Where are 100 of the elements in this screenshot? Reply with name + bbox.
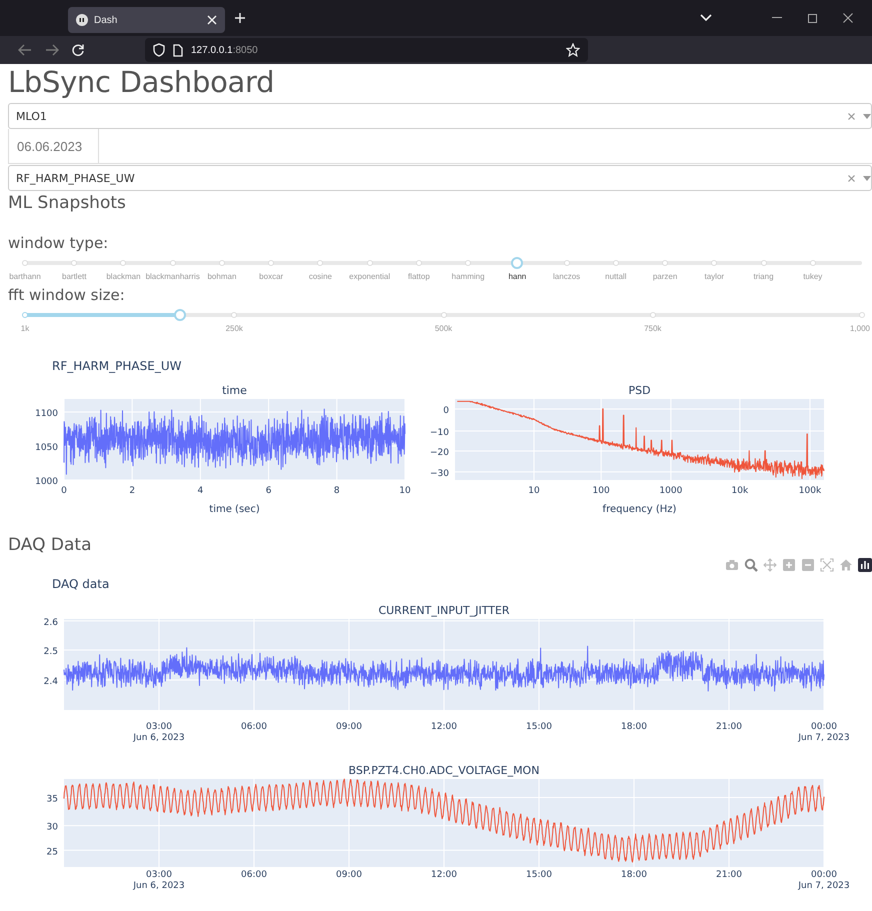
slider-mark-label[interactable]: flattop (408, 272, 430, 281)
camera-icon[interactable] (725, 558, 739, 572)
page-title: LbSync Dashboard (8, 64, 276, 101)
slider-mark-label[interactable]: taylor (704, 272, 724, 281)
axis-tick-label: 100 (592, 486, 610, 496)
slider-mark-label[interactable]: hann (508, 272, 526, 281)
slider-tick (711, 260, 718, 266)
chart-title: BSP.PZT4.CH0.ADC_VOLTAGE_MON (348, 764, 540, 777)
axis-tick-label: 35 (46, 794, 58, 804)
slider-mark-label[interactable]: exponential (349, 272, 390, 281)
slider-label: fft window size: (8, 285, 126, 305)
axis-tick-label: 2.5 (44, 646, 58, 657)
caret-icon[interactable] (863, 176, 871, 180)
slider-tick (22, 312, 28, 318)
slider-mark-label[interactable]: lanczos (553, 272, 580, 281)
new-tab-icon[interactable] (234, 12, 246, 24)
chart-title: PSD (628, 384, 651, 397)
dropdown-value: RF_HARM_PHASE_UW (16, 172, 135, 184)
slider-mark-label[interactable]: parzen (652, 272, 678, 281)
axis-tick-label: 03:00 (146, 870, 172, 880)
slider-label: window type: (8, 233, 110, 253)
slider-tick (71, 260, 78, 266)
autoscale-icon[interactable] (820, 558, 834, 572)
slider-tick (317, 260, 324, 266)
minimize-icon[interactable] (772, 17, 782, 19)
axis-tick-label: 1050 (35, 442, 58, 453)
tab-title: Dash (94, 14, 118, 26)
slider-mark-label: 1,000 (850, 324, 870, 333)
axis-tick-label: 100k (798, 486, 822, 496)
pan-icon[interactable] (763, 558, 777, 572)
date-field[interactable]: 06.06.2023 (8, 129, 99, 163)
slider-tick (231, 312, 238, 318)
slider-handle[interactable] (511, 257, 524, 269)
slider-handle[interactable] (174, 309, 186, 321)
axis-tick-label: 8 (334, 486, 340, 496)
zoom-in-icon[interactable] (782, 558, 796, 572)
axis-tick-label: 10 (399, 486, 411, 496)
url-text: 127.0.0.1:8050 (191, 44, 258, 56)
axis-tick-label: 6 (266, 486, 272, 496)
axis-tick-label: 18:00 (621, 870, 647, 880)
caret-icon[interactable] (863, 114, 871, 118)
chevron-down-icon[interactable] (700, 14, 712, 22)
reload-icon[interactable] (72, 44, 84, 56)
axis-tick-label: 21:00 (716, 722, 742, 732)
slider-mark-label: 750k (644, 324, 662, 333)
dropdown[interactable]: RF_HARM_PHASE_UW (8, 165, 872, 191)
slider-mark-label[interactable]: bartlett (62, 272, 86, 281)
axis-tick-label: 1100 (35, 408, 58, 419)
axis-tick-label: 10 (528, 486, 540, 496)
back-icon[interactable] (18, 44, 32, 56)
slider-mark-label: 500k (434, 324, 452, 333)
home-icon[interactable] (839, 558, 853, 572)
figure-title: RF_HARM_PHASE_UW (52, 358, 182, 375)
axis-tick-label: 09:00 (336, 722, 362, 732)
axis-tick-label: −10 (430, 428, 449, 438)
axis-title: time (sec) (209, 504, 260, 515)
axis-tick-label: 15:00 (526, 722, 552, 732)
slider-mark-label[interactable]: nuttall (605, 272, 626, 281)
slider-mark-label[interactable]: blackmanharris (146, 272, 200, 281)
zoom-out-icon[interactable] (801, 558, 815, 572)
axis-tick-label: 30 (46, 822, 58, 833)
dropdown[interactable]: MLO1 (8, 103, 872, 129)
slider-mark-label[interactable]: boxcar (259, 272, 284, 281)
clear-icon[interactable] (848, 112, 855, 120)
slider-tick (662, 260, 668, 266)
close-icon[interactable] (843, 13, 853, 23)
slider-mark-label[interactable]: hamming (452, 272, 485, 281)
slider-mark-label[interactable]: blackman (106, 272, 141, 281)
clear-icon[interactable] (848, 174, 855, 182)
chart-title: time (222, 384, 247, 397)
axis-tick-label: 0 (443, 406, 449, 416)
axis-tick-label: 10k (732, 486, 748, 496)
axis-tick-label: 09:00 (336, 870, 362, 880)
slider-mark-label[interactable]: triang (754, 272, 774, 281)
chart-title: CURRENT_INPUT_JITTER (378, 604, 510, 617)
section-heading: DAQ Data (8, 534, 92, 557)
plotly-logo-icon[interactable] (858, 558, 872, 572)
slider-tick (268, 260, 274, 266)
axis-tick-label: 21:00 (716, 870, 742, 880)
axis-tick-label: 06:00 (241, 870, 267, 880)
maximize-icon[interactable] (808, 14, 817, 22)
address-bar[interactable]: 127.0.0.1:8050 (145, 38, 588, 62)
axis-date-label: Jun 7, 2023 (798, 881, 850, 891)
axis-date-label: Jun 6, 2023 (133, 881, 185, 891)
slider-mark-label[interactable]: tukey (803, 272, 822, 281)
slider-mark-label[interactable]: barthann (9, 272, 41, 281)
slider-mark-label: 1k (20, 324, 30, 333)
app-icon (76, 14, 88, 26)
slider-mark-label[interactable]: cosine (308, 272, 332, 281)
slider-mark-label[interactable]: bohman (207, 272, 236, 281)
axis-tick-label: 12:00 (431, 722, 457, 732)
axis-tick-label: 25 (46, 847, 58, 858)
axis-tick-label: 06:00 (241, 722, 267, 732)
slider-tick (465, 260, 472, 266)
star-icon[interactable] (566, 43, 580, 57)
forward-icon[interactable] (45, 44, 59, 56)
axis-tick-label: 4 (198, 486, 204, 496)
browser-tab[interactable]: Dash (68, 7, 225, 33)
section-heading: ML Snapshots (8, 192, 127, 215)
zoom-icon[interactable] (744, 558, 758, 572)
